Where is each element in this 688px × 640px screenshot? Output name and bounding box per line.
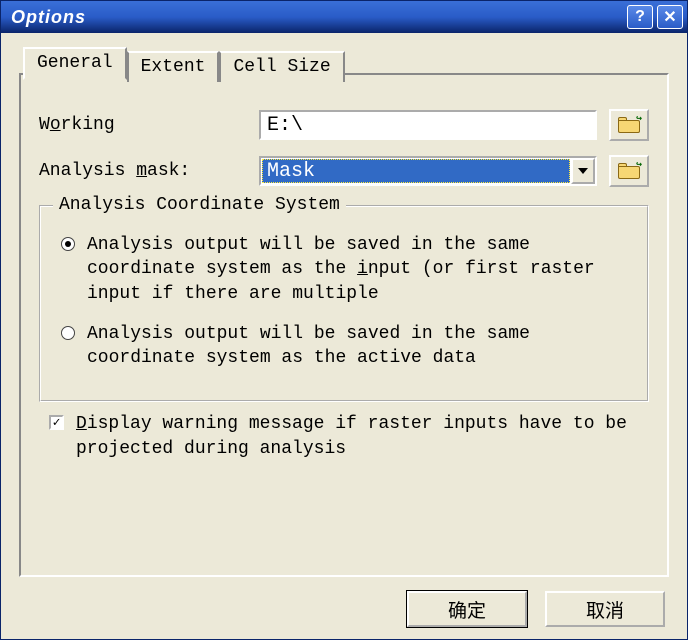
tab-general[interactable]: General	[23, 47, 127, 80]
titlebar: Options ? ✕	[1, 1, 687, 33]
coordinate-system-group: Analysis Coordinate System Analysis outp…	[39, 205, 649, 402]
chevron-down-icon	[578, 168, 588, 174]
analysis-mask-row: Analysis mask: Mask ↪	[39, 155, 649, 187]
dialog-button-row: 确定 取消	[19, 577, 669, 627]
working-row: Working ↪	[39, 109, 649, 141]
window-title: Options	[11, 7, 627, 28]
coordinate-system-title: Analysis Coordinate System	[53, 195, 346, 215]
working-input[interactable]	[259, 110, 597, 140]
analysis-mask-combo[interactable]: Mask	[259, 156, 597, 186]
ok-button[interactable]: 确定	[407, 591, 527, 627]
options-dialog: Options ? ✕ General Extent Cell Size Wor…	[0, 0, 688, 640]
mask-browse-button[interactable]: ↪	[609, 155, 649, 187]
working-browse-button[interactable]: ↪	[609, 109, 649, 141]
cancel-button[interactable]: 取消	[545, 591, 665, 627]
radio-icon	[61, 237, 75, 251]
display-warning-label: Display warning message if raster inputs…	[76, 412, 649, 461]
close-button[interactable]: ✕	[657, 5, 683, 29]
radio-icon	[61, 326, 75, 340]
folder-open-icon: ↪	[618, 117, 640, 133]
titlebar-buttons: ? ✕	[627, 5, 683, 29]
tab-extent[interactable]: Extent	[127, 51, 220, 82]
combo-dropdown-button[interactable]	[571, 158, 595, 184]
analysis-mask-value: Mask	[262, 159, 570, 183]
working-label: Working	[39, 115, 259, 135]
radio-same-as-input-label: Analysis output will be saved in the sam…	[87, 233, 633, 306]
tab-strip: General Extent Cell Size	[23, 49, 345, 80]
checkbox-icon: ✓	[49, 415, 64, 430]
help-button[interactable]: ?	[627, 5, 653, 29]
analysis-mask-label: Analysis mask:	[39, 161, 259, 181]
radio-same-as-active[interactable]: Analysis output will be saved in the sam…	[55, 322, 633, 371]
tab-panel: General Extent Cell Size Working ↪	[19, 73, 669, 577]
radio-same-as-active-label: Analysis output will be saved in the sam…	[87, 322, 633, 371]
radio-same-as-input[interactable]: Analysis output will be saved in the sam…	[55, 233, 633, 306]
folder-open-icon: ↪	[618, 163, 640, 179]
tab-cell-size[interactable]: Cell Size	[219, 51, 344, 82]
display-warning-checkbox[interactable]: ✓ Display warning message if raster inpu…	[49, 412, 649, 461]
client-area: General Extent Cell Size Working ↪	[1, 33, 687, 639]
